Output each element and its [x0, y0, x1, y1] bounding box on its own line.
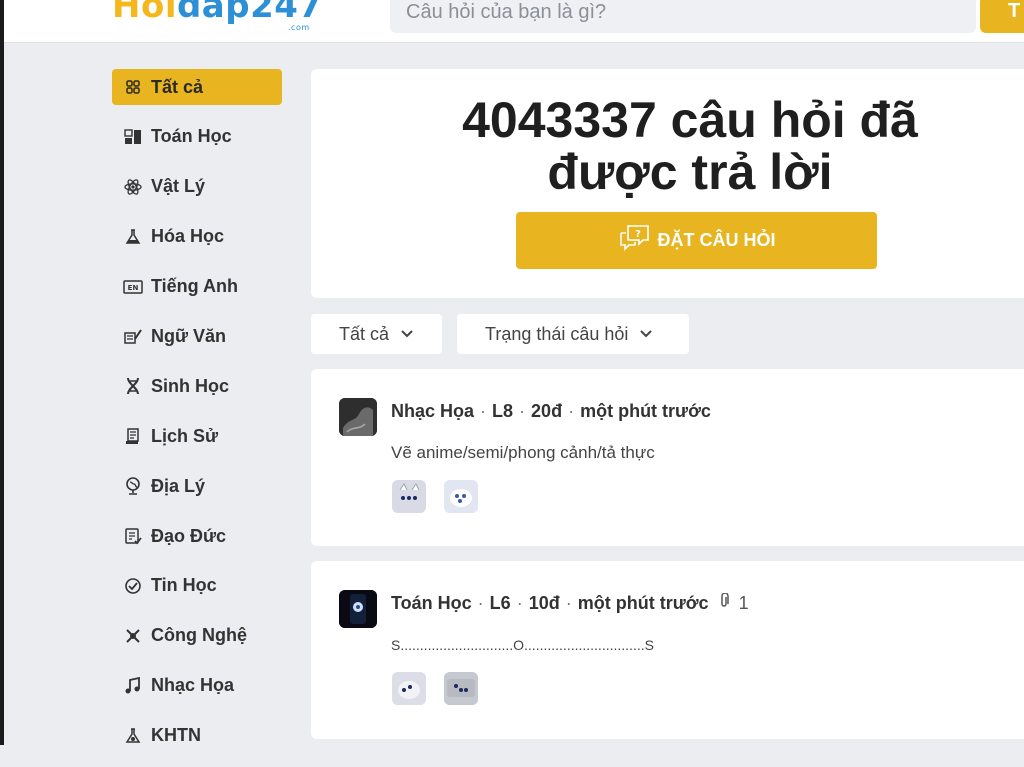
- answered-count-line2: được trả lời: [547, 144, 833, 200]
- sidebar-item-label: Công Nghệ: [151, 625, 247, 646]
- sidebar-item-label: Địa Lý: [151, 475, 206, 496]
- calculator-icon: [123, 127, 143, 147]
- svg-text:?: ?: [635, 229, 641, 240]
- dna-icon: [123, 376, 143, 396]
- sidebar-item-label: Vật Lý: [151, 176, 206, 197]
- sidebar-item-ethics[interactable]: Đạo Đức: [112, 518, 282, 554]
- search-input[interactable]: [404, 0, 968, 28]
- sidebar-item-all[interactable]: Tất cả: [112, 69, 282, 105]
- question-points: 10đ: [528, 593, 560, 613]
- atom-icon: [123, 177, 143, 197]
- search-button[interactable]: T: [980, 0, 1024, 33]
- sidebar-item-music-art[interactable]: Nhạc Họa: [112, 668, 282, 704]
- search-box: [390, 0, 976, 33]
- sidebar-item-label: Tất cả: [151, 76, 204, 97]
- logo-text-hoi: Hoi: [112, 0, 177, 26]
- question-text[interactable]: S.............................O.........…: [391, 637, 654, 653]
- question-chat-icon: ?: [618, 224, 658, 257]
- english-icon: EN: [123, 277, 143, 297]
- sidebar-item-label: Đạo Đức: [151, 525, 227, 546]
- answer-avatar[interactable]: [392, 672, 426, 705]
- question-text[interactable]: Vẽ anime/semi/phong cảnh/tả thực: [391, 443, 655, 463]
- sidebar-item-label: Nhạc Họa: [151, 675, 235, 696]
- sidebar-item-geography[interactable]: Địa Lý: [112, 468, 282, 504]
- sidebar-item-label: Tin Học: [151, 575, 217, 596]
- question-grade: L6: [489, 593, 511, 613]
- sidebar-item-label: Sinh Học: [151, 375, 230, 396]
- grid-icon: [123, 77, 143, 97]
- attachment-count: 1: [738, 593, 749, 613]
- sidebar-item-history[interactable]: Lịch Sử: [112, 418, 282, 454]
- question-card[interactable]: Nhạc Họa · L8 · 20đ · một phút trước Vẽ anime/…: [311, 369, 1024, 546]
- question-count-card: 4043337 câu hỏi đã được trả lời ? ĐẶT CÂ…: [311, 69, 1024, 298]
- question-card[interactable]: Toán Học · L6 · 10đ · một phút trước 1 S......…: [311, 561, 1024, 739]
- subject-sidebar: Tất cả Toán Học Vật Lý Hóa Học EN Tiếng …: [112, 69, 282, 767]
- sidebar-item-label: Lịch Sử: [151, 425, 219, 446]
- window-edge: [0, 0, 4, 745]
- tech-icon: [123, 626, 143, 646]
- top-header: Hoidap247 .com T: [4, 0, 1024, 43]
- subject-filter-dropdown[interactable]: Tất cả: [311, 314, 442, 354]
- question-time: một phút trước: [580, 401, 711, 421]
- question-subject[interactable]: Toán Học: [391, 593, 472, 613]
- ask-question-label: ĐẶT CÂU HỎI: [657, 230, 776, 250]
- subject-filter-value: Tất cả: [339, 323, 390, 344]
- avatar[interactable]: [339, 398, 377, 436]
- status-filter-value: Trạng thái câu hỏi: [485, 323, 629, 344]
- ask-question-button[interactable]: ? ĐẶT CÂU HỎI: [516, 212, 877, 269]
- sidebar-item-literature[interactable]: Ngữ Văn: [112, 318, 282, 354]
- answer-avatar[interactable]: [444, 672, 478, 705]
- question-grade: L8: [492, 401, 514, 421]
- answered-count-heading: 4043337 câu hỏi đã được trả lời: [311, 94, 1024, 198]
- site-logo[interactable]: Hoidap247 .com: [112, 0, 323, 32]
- ethics-icon: [123, 526, 143, 546]
- scroll-icon: [123, 426, 143, 446]
- sidebar-item-technology[interactable]: Công Nghệ: [112, 618, 282, 654]
- sidebar-item-label: Toán Học: [151, 126, 232, 147]
- globe-icon: [123, 476, 143, 496]
- logo-suffix: .com: [288, 23, 310, 32]
- sidebar-item-biology[interactable]: Sinh Học: [112, 368, 282, 404]
- flask-icon: [123, 227, 143, 247]
- paperclip-icon: [718, 592, 735, 613]
- sidebar-item-label: KHTN: [151, 725, 201, 746]
- question-subject[interactable]: Nhạc Họa: [391, 401, 474, 421]
- svg-text:EN: EN: [128, 284, 139, 292]
- question-time: một phút trước: [577, 593, 709, 613]
- sidebar-item-informatics[interactable]: Tin Học: [112, 568, 282, 604]
- question-points: 20đ: [531, 401, 563, 421]
- music-icon: [123, 676, 143, 696]
- sidebar-item-math[interactable]: Toán Học: [112, 119, 282, 155]
- chevron-down-icon: [640, 327, 653, 341]
- question-meta: Toán Học · L6 · 10đ · một phút trước 1: [391, 592, 749, 613]
- computer-icon: [123, 576, 143, 596]
- sidebar-item-label: Tiếng Anh: [151, 276, 238, 297]
- question-meta: Nhạc Họa · L8 · 20đ · một phút trước: [391, 401, 711, 421]
- answered-count-line1: 4043337 câu hỏi đã: [462, 92, 918, 148]
- sidebar-item-label: Hóa Học: [151, 226, 225, 247]
- status-filter-dropdown[interactable]: Trạng thái câu hỏi: [457, 314, 689, 354]
- sidebar-item-chemistry[interactable]: Hóa Học: [112, 219, 282, 255]
- chevron-down-icon: [401, 327, 413, 341]
- sidebar-item-label: Ngữ Văn: [151, 325, 227, 346]
- book-pen-icon: [123, 326, 143, 346]
- answer-avatar[interactable]: [392, 480, 426, 513]
- sidebar-item-physics[interactable]: Vật Lý: [112, 169, 282, 205]
- science-icon: [123, 726, 143, 746]
- avatar[interactable]: [339, 590, 377, 628]
- sidebar-item-natural-science[interactable]: KHTN: [112, 718, 282, 754]
- sidebar-item-english[interactable]: EN Tiếng Anh: [112, 269, 282, 305]
- answer-avatar[interactable]: [444, 480, 478, 513]
